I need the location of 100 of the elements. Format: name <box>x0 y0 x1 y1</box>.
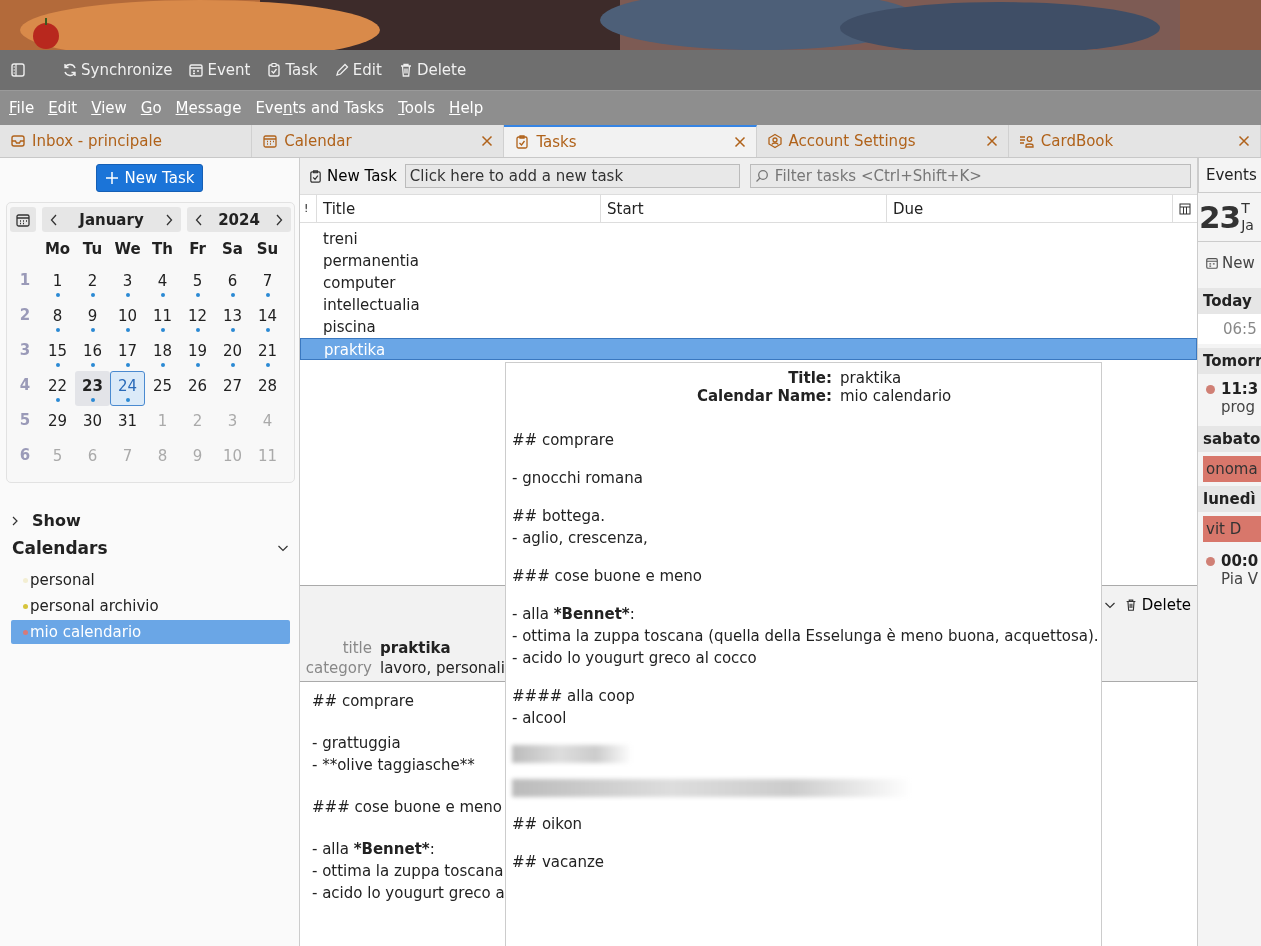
calendar-day[interactable]: 26 <box>180 371 215 406</box>
task-row[interactable]: piscina <box>300 316 1197 338</box>
show-section-toggle[interactable]: Show <box>10 511 299 530</box>
calendar-day[interactable]: 31 <box>110 406 145 441</box>
toolbar-button[interactable]: Synchronize <box>58 57 177 83</box>
chevron-icon <box>10 515 20 526</box>
close-icon[interactable] <box>733 136 746 148</box>
all-day-event[interactable]: vit D <box>1203 516 1261 542</box>
calendar-day[interactable]: 20 <box>215 336 250 371</box>
chevron-right-icon <box>165 213 173 226</box>
calendar-day[interactable]: 9 <box>75 301 110 336</box>
description-line: ## comprare <box>312 691 414 712</box>
filter-tasks-field[interactable]: Filter tasks <Ctrl+Shift+K> <box>749 164 1191 188</box>
toolbar-button[interactable]: Edit <box>329 57 386 83</box>
calendar-day[interactable]: 29 <box>40 406 75 441</box>
description-line: ## comprare <box>512 430 614 451</box>
calendar-day[interactable]: 23 <box>75 371 110 406</box>
calendar-day[interactable]: 16 <box>75 336 110 371</box>
calendar-day[interactable]: 4 <box>145 266 180 301</box>
weekday-label: T <box>1241 200 1251 217</box>
sync-icon <box>62 62 78 78</box>
calendar-day[interactable]: 17 <box>110 336 145 371</box>
day-heading: sabato <box>1198 426 1261 452</box>
calendar-day[interactable]: 25 <box>145 371 180 406</box>
column-header[interactable]: Due <box>887 195 1173 222</box>
quick-add-task-field[interactable]: Click here to add a new task <box>404 164 740 188</box>
calendar-day[interactable]: 18 <box>145 336 180 371</box>
chevron-right-icon <box>275 213 283 226</box>
calendar-day[interactable]: 30 <box>75 406 110 441</box>
week-number: 4 <box>18 375 32 396</box>
new-task-button[interactable]: New Task <box>306 167 399 185</box>
inbox-icon <box>10 133 26 149</box>
all-day-event[interactable]: onoma <box>1203 456 1261 482</box>
week-number: 5 <box>18 410 32 431</box>
description-line: ### cose buone e meno <box>512 566 702 587</box>
calendar-day[interactable]: 27 <box>215 371 250 406</box>
calendar-day[interactable]: 24 <box>110 371 145 406</box>
task-row[interactable]: treni <box>300 228 1197 250</box>
tab[interactable]: CardBook <box>1008 125 1261 157</box>
field-value: praktika <box>840 369 903 387</box>
calendar-day[interactable]: 22 <box>40 371 75 406</box>
calendar-day[interactable]: 6 <box>215 266 250 301</box>
close-icon[interactable] <box>1238 135 1250 147</box>
calendars-heading: Calendars <box>12 538 108 558</box>
toolbar-button[interactable]: Task <box>262 57 322 83</box>
close-icon[interactable] <box>985 135 998 147</box>
calendar-icon[interactable] <box>10 207 36 232</box>
priority-column-header[interactable]: ! <box>300 195 317 222</box>
new-task-button[interactable]: New Task <box>95 164 204 192</box>
field-label: Title: <box>787 369 832 387</box>
calendar-day[interactable]: 5 <box>180 266 215 301</box>
description-line: - **olive taggiasche** <box>312 755 475 776</box>
week-number: 2 <box>18 305 32 326</box>
calendar-day[interactable]: 1 <box>40 266 75 301</box>
calendar-day[interactable]: 7 <box>250 266 285 301</box>
task-row[interactable]: computer <box>300 272 1197 294</box>
event-time: 11:3 <box>1221 380 1259 398</box>
weekday-label: We <box>113 240 142 260</box>
month-label: Ja <box>1241 217 1254 234</box>
new-event-button[interactable]: New <box>1198 242 1255 284</box>
tab[interactable]: Account Settings <box>756 125 1009 157</box>
task-row[interactable]: permanentia <box>300 250 1197 272</box>
weekday-label: Fr <box>188 240 207 260</box>
calendar-day[interactable]: 28 <box>250 371 285 406</box>
toolbar-button[interactable]: Delete <box>393 57 471 83</box>
delete-button[interactable]: Delete <box>1123 596 1191 614</box>
tab[interactable]: Inbox - principale <box>0 125 253 157</box>
field-label: Calendar Name: <box>695 387 832 405</box>
calendar-list-item[interactable]: personal archivio <box>11 594 290 618</box>
calendar-day[interactable]: 13 <box>215 301 250 336</box>
week-number: 1 <box>18 270 32 291</box>
person-icon <box>766 133 783 149</box>
calendar-day[interactable]: 10 <box>110 301 145 336</box>
description-line: #### alla coop <box>512 686 635 707</box>
calendar-day[interactable]: 19 <box>180 336 215 371</box>
weekday-label: Th <box>151 240 174 260</box>
calendar-day[interactable]: 8 <box>40 301 75 336</box>
calendar-day[interactable]: 14 <box>250 301 285 336</box>
calendar-day[interactable]: 12 <box>180 301 215 336</box>
calendar-day[interactable]: 15 <box>40 336 75 371</box>
events-tab[interactable]: Events <box>1198 158 1261 193</box>
column-header[interactable]: Title <box>317 195 601 222</box>
year-label: 2024 <box>217 210 261 229</box>
description-line: - grattuggia <box>312 733 401 754</box>
show-label: Show <box>32 511 81 530</box>
calendar-day[interactable]: 11 <box>145 301 180 336</box>
calendar-day[interactable]: 2 <box>75 266 110 301</box>
day-heading: Today <box>1198 288 1261 314</box>
field-label: title <box>341 639 372 657</box>
toolbar-button[interactable]: Event <box>184 57 255 83</box>
description-line: ### cose buone e meno <box>312 797 502 818</box>
calendar-day[interactable]: 21 <box>250 336 285 371</box>
column-header[interactable]: Start <box>601 195 887 222</box>
description-line: - aglio, crescenza, <box>512 528 648 549</box>
tab[interactable]: Tasks <box>504 125 757 157</box>
description-line: - ottima la zuppa toscana (quella della Esselunga è meno buona, acquettosa). <box>512 626 1099 647</box>
calendar-list-item[interactable]: personal <box>11 568 290 592</box>
task-row[interactable]: intellectualia <box>300 294 1197 316</box>
close-icon[interactable] <box>481 135 494 147</box>
calendar-day[interactable]: 3 <box>110 266 145 301</box>
